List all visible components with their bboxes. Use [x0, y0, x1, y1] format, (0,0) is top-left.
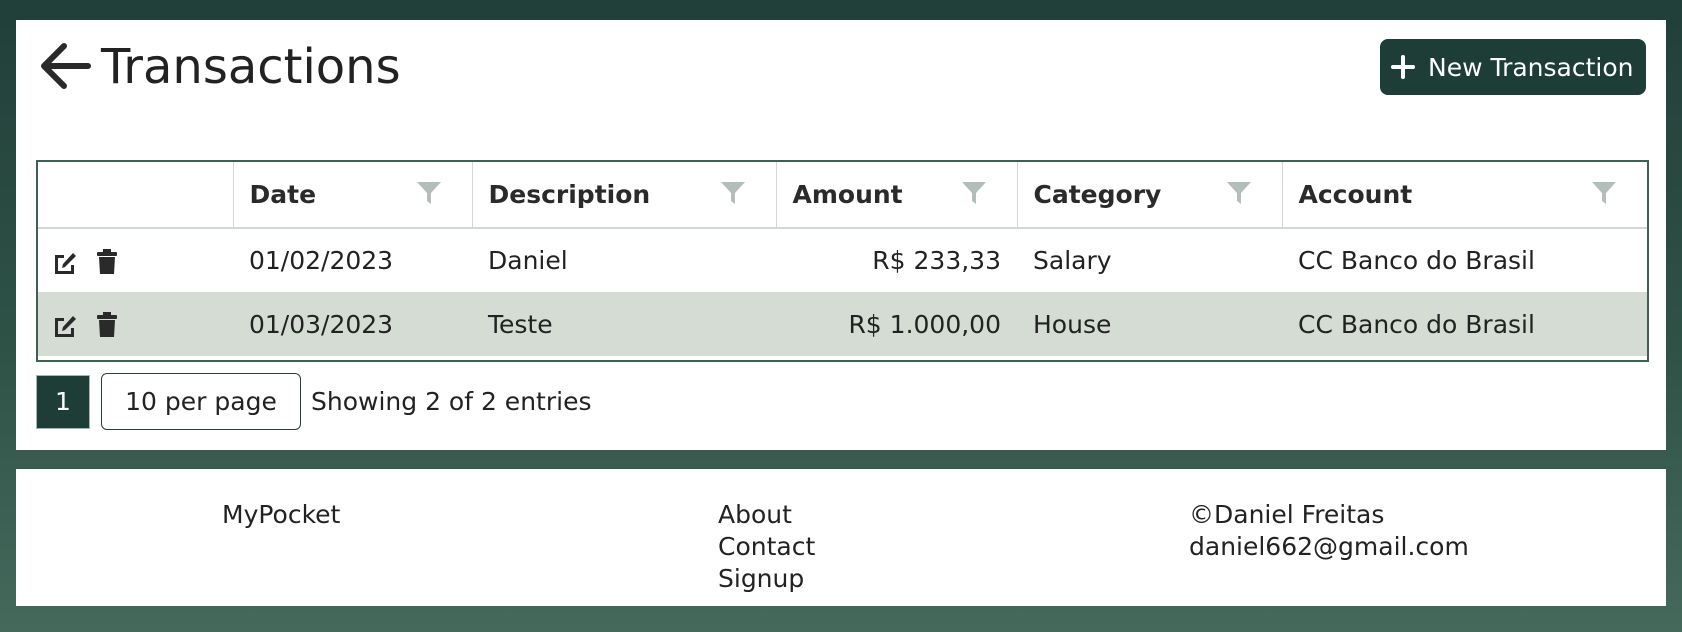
footer-link-contact[interactable]: Contact: [718, 531, 815, 563]
table-header-row: Date Description Amount Category Account: [38, 162, 1647, 229]
row-description: Teste: [488, 309, 553, 339]
column-header-amount[interactable]: Amount: [776, 162, 1018, 229]
footer-brand: MyPocket: [222, 500, 341, 529]
page-title: Transactions: [101, 39, 401, 95]
column-header-label: Date: [249, 180, 317, 209]
filter-icon[interactable]: [1591, 180, 1617, 206]
row-date: 01/02/2023: [249, 246, 394, 275]
row-description: Daniel: [488, 246, 568, 275]
filter-icon[interactable]: [961, 180, 987, 206]
page-button-1[interactable]: 1: [36, 374, 90, 429]
column-header-label: Amount: [792, 180, 903, 209]
trash-icon[interactable]: [94, 311, 120, 339]
edit-icon[interactable]: [52, 248, 78, 276]
per-page-select[interactable]: 10 per page: [101, 373, 301, 430]
column-header-account[interactable]: Account: [1282, 162, 1647, 229]
footer-copyright: ©Daniel Freitas: [1189, 500, 1385, 529]
row-actions: [38, 292, 233, 356]
footer-links-column: About Contact Signup: [718, 499, 815, 595]
main-panel: Transactions New Transaction Date Descri…: [16, 20, 1666, 450]
footer-email: daniel662@gmail.com: [1189, 532, 1469, 561]
trash-icon[interactable]: [94, 248, 120, 276]
column-header-label: Account: [1298, 180, 1413, 209]
footer-link-signup[interactable]: Signup: [718, 563, 815, 595]
filter-icon[interactable]: [1226, 180, 1252, 206]
new-transaction-label: New Transaction: [1428, 52, 1634, 82]
row-amount: R$ 233,33: [872, 246, 1001, 275]
footer: MyPocket About Contact Signup ©Daniel Fr…: [16, 469, 1666, 606]
footer-link-about[interactable]: About: [718, 499, 815, 531]
row-category: Salary: [1033, 246, 1112, 275]
entries-info: Showing 2 of 2 entries: [311, 387, 592, 416]
row-actions: [38, 228, 233, 292]
column-header-description[interactable]: Description: [472, 162, 777, 229]
filter-icon[interactable]: [416, 180, 442, 206]
row-account: CC Banco do Brasil: [1298, 246, 1535, 275]
footer-contact-column: ©Daniel Freitas daniel662@gmail.com: [1189, 499, 1469, 563]
column-header-category[interactable]: Category: [1017, 162, 1283, 229]
column-header-label: Category: [1033, 180, 1162, 209]
row-category: House: [1033, 309, 1112, 339]
row-account: CC Banco do Brasil: [1298, 309, 1535, 339]
transactions-table: Date Description Amount Category Account…: [36, 160, 1649, 362]
column-header-date[interactable]: Date: [233, 162, 473, 229]
table-row: 01/03/2023 Teste R$ 1.000,00 House CC Ba…: [38, 292, 1647, 356]
filter-icon[interactable]: [720, 180, 746, 206]
column-header-actions: [38, 162, 234, 229]
column-header-label: Description: [488, 180, 651, 209]
new-transaction-button[interactable]: New Transaction: [1380, 39, 1646, 95]
pagination: 1 10 per page Showing 2 of 2 entries: [36, 373, 591, 430]
footer-brand-column: MyPocket: [222, 499, 340, 531]
back-arrow-icon[interactable]: [38, 40, 92, 94]
row-amount: R$ 1.000,00: [848, 309, 1001, 339]
table-row: 01/02/2023 Daniel R$ 233,33 Salary CC Ba…: [38, 228, 1647, 292]
plus-icon: [1391, 55, 1415, 79]
edit-icon[interactable]: [52, 311, 78, 339]
row-date: 01/03/2023: [249, 309, 394, 339]
